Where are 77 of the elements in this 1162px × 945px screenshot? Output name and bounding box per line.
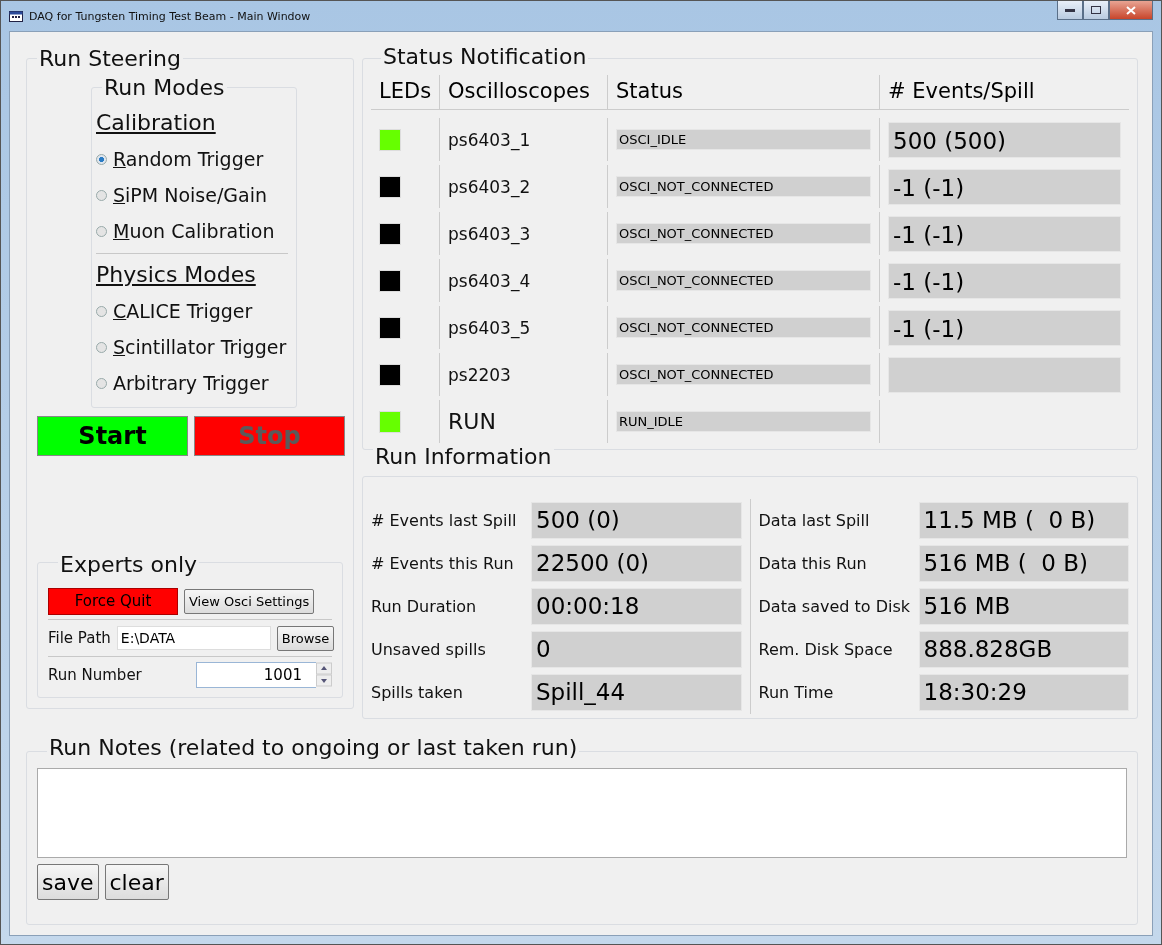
status-field: OSCI_NOT_CONNECTED <box>616 176 871 197</box>
start-button[interactable]: Start <box>37 416 188 456</box>
device-name: ps6403_5 <box>448 317 531 338</box>
column-header: Status <box>607 75 879 110</box>
minimize-icon <box>1065 8 1075 12</box>
radio-label[interactable]: Arbitrary Trigger <box>113 372 269 394</box>
info-label: Data this Run <box>758 554 868 573</box>
radio-button[interactable] <box>96 189 107 201</box>
events-field: -1 (-1) <box>888 168 1121 205</box>
events-field: -1 (-1) <box>888 262 1121 299</box>
radio-label[interactable]: SiPM Noise/Gain <box>113 184 268 206</box>
info-label: Data saved to Disk <box>758 597 911 616</box>
section-heading: Physics Modes <box>96 262 257 287</box>
force-quit-button[interactable]: Force Quit <box>48 587 178 615</box>
column-header: Oscilloscopes <box>439 75 607 110</box>
close-button[interactable] <box>1109 1 1153 20</box>
radio-label[interactable]: Random Trigger <box>113 148 264 170</box>
info-value: 0 <box>531 631 742 668</box>
app-icon <box>9 10 23 22</box>
info-label: Run Duration <box>371 597 478 616</box>
events-field: 500 (500) <box>888 121 1121 158</box>
notes-button[interactable]: save <box>37 864 99 900</box>
maximize-icon <box>1091 6 1101 14</box>
info-value: 22500 (0) <box>531 545 742 582</box>
radio-button[interactable] <box>96 341 107 353</box>
notes-button[interactable]: clear <box>104 864 169 900</box>
notes-text-area[interactable] <box>37 768 1127 858</box>
browse-button[interactable]: Browse <box>276 625 335 651</box>
info-value: 00:00:18 <box>531 588 742 625</box>
info-value: 500 (0) <box>531 502 742 539</box>
device-name: ps6403_4 <box>448 270 531 291</box>
radio-label[interactable]: CALICE Trigger <box>113 300 253 322</box>
info-value: 516 MB <box>918 588 1129 625</box>
radio-label[interactable]: Scintillator Trigger <box>113 336 287 358</box>
info-value: 516 MB ( 0 B) <box>918 545 1129 582</box>
section-heading: Calibration <box>96 110 217 135</box>
file-path-field[interactable]: E:\DATA <box>116 626 271 650</box>
window-title: DAQ for Tungsten Timing Test Beam - Main Window <box>29 9 311 23</box>
events-field: -1 (-1) <box>888 215 1121 252</box>
spin-arrows-icon[interactable] <box>316 662 332 688</box>
radio-label[interactable]: Muon Calibration <box>113 220 275 242</box>
maximize-button[interactable] <box>1083 1 1109 20</box>
device-name: ps6403_1 <box>448 129 531 150</box>
field-label: File Path <box>48 629 111 647</box>
status-field: RUN_IDLE <box>616 411 871 432</box>
radio-button[interactable] <box>96 305 107 317</box>
status-field: OSCI_NOT_CONNECTED <box>616 270 871 291</box>
device-name: ps6403_3 <box>448 223 531 244</box>
info-label: Data last Spill <box>758 511 871 530</box>
device-name: ps6403_2 <box>448 176 531 197</box>
info-value: Spill_44 <box>531 674 742 711</box>
column-header: # Events/Spill <box>879 75 1129 110</box>
minimize-button[interactable] <box>1057 1 1083 20</box>
info-label: # Events last Spill <box>371 511 518 530</box>
radio-button[interactable] <box>96 153 107 165</box>
info-label: Spills taken <box>371 683 464 702</box>
info-value: 18:30:29 <box>918 674 1129 711</box>
radio-button[interactable] <box>96 225 107 237</box>
info-label: Unsaved spills <box>371 640 487 659</box>
info-label: # Events this Run <box>371 554 515 573</box>
events-field: -1 (-1) <box>888 309 1121 346</box>
info-label: Run Time <box>758 683 835 702</box>
view-osci-settings-button[interactable]: View Osci Settings <box>184 588 315 614</box>
info-value: 888.828GB <box>918 631 1129 668</box>
info-value: 11.5 MB ( 0 B) <box>918 502 1129 539</box>
run-number-field[interactable]: 1001 <box>196 662 316 688</box>
field-label: Run Number <box>48 666 142 684</box>
status-field: OSCI_NOT_CONNECTED <box>616 317 871 338</box>
status-field: OSCI_NOT_CONNECTED <box>616 364 871 385</box>
radio-button[interactable] <box>96 377 107 389</box>
status-field: OSCI_NOT_CONNECTED <box>616 223 871 244</box>
status-field: OSCI_IDLE <box>616 129 871 150</box>
device-name: ps2203 <box>448 364 511 385</box>
device-name: RUN <box>448 409 496 434</box>
info-label: Rem. Disk Space <box>758 640 894 659</box>
close-icon <box>1126 5 1136 15</box>
column-header: LEDs <box>371 75 439 110</box>
